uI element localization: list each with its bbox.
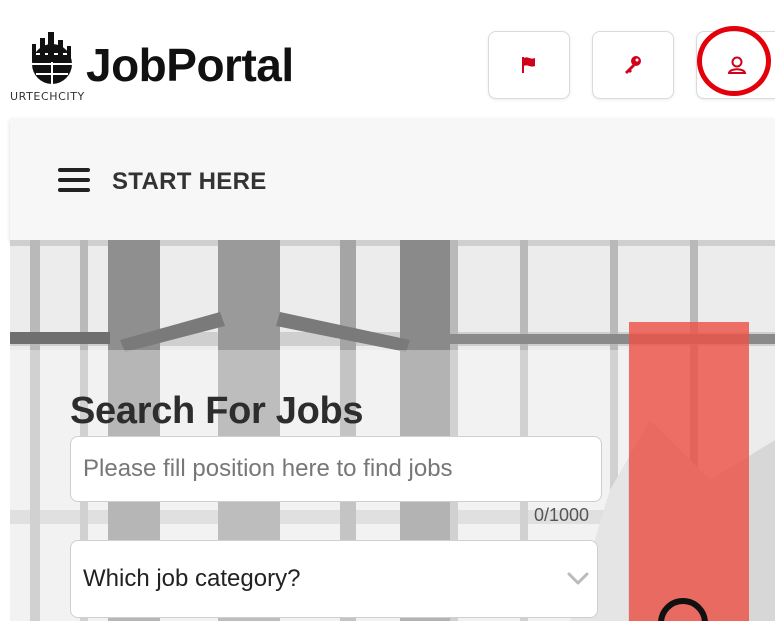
navbar: START HERE (10, 118, 775, 240)
app-header: JobPortal URTECHCITY (0, 0, 775, 118)
brand-title: JobPortal (86, 39, 294, 91)
hamburger-menu-icon[interactable] (58, 168, 90, 192)
city-globe-logo-icon (32, 32, 72, 84)
red-overlay-bar (629, 322, 749, 621)
search-title: Search For Jobs (70, 390, 364, 432)
character-counter: 0/1000 (534, 505, 590, 525)
job-category-select[interactable]: Which job category? (70, 540, 598, 618)
hero-section: Search For Jobs 0/1000 Which job categor… (10, 240, 775, 621)
key-icon (625, 56, 641, 74)
flag-button[interactable] (488, 31, 570, 99)
user-button-highlight-ring (697, 26, 771, 96)
chevron-down-icon (567, 572, 589, 585)
brand-logo[interactable]: JobPortal URTECHCITY (8, 28, 328, 108)
flag-icon (522, 57, 535, 73)
start-here-link[interactable]: START HERE (112, 168, 267, 196)
position-search-input[interactable] (70, 436, 602, 502)
key-button[interactable] (592, 31, 674, 99)
brand-subtitle: URTECHCITY (10, 90, 85, 103)
job-category-label: Which job category? (83, 565, 301, 592)
